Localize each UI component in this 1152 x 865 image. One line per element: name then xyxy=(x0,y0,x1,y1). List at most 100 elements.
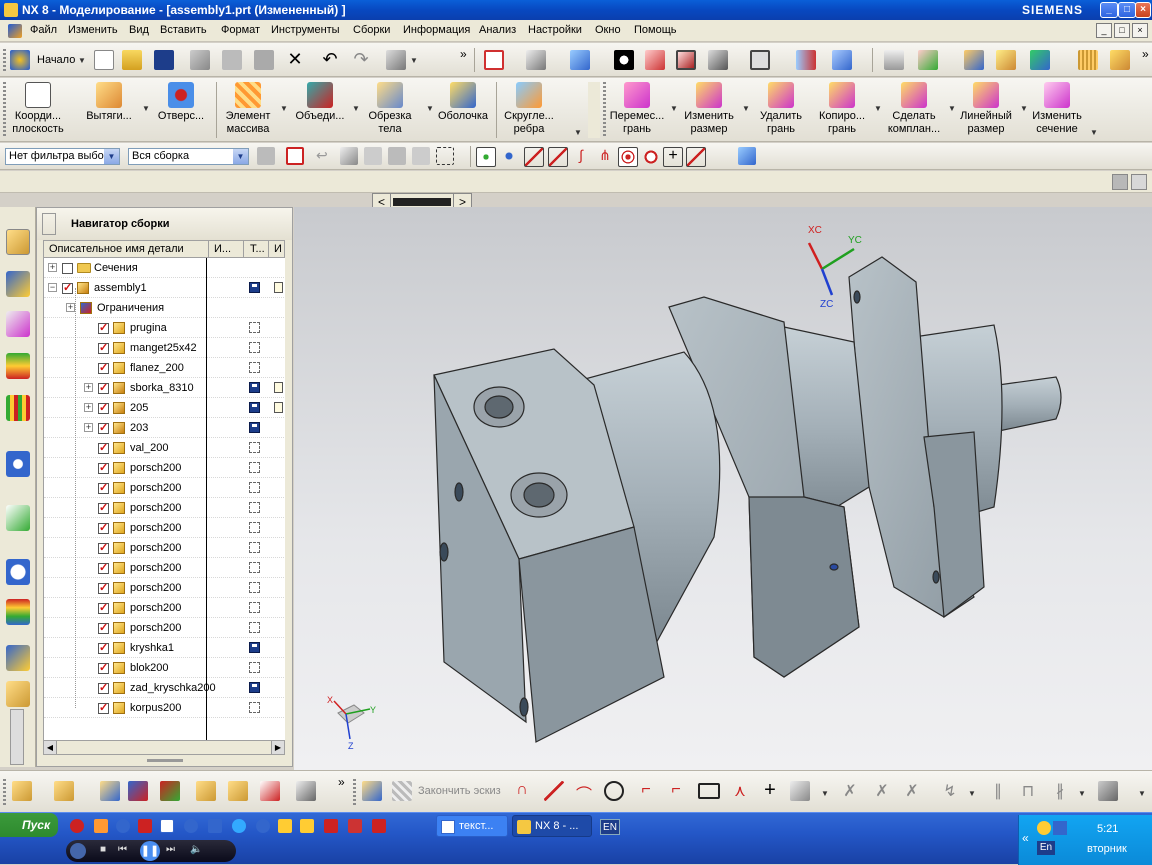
tree-row[interactable]: porsch200 xyxy=(44,618,285,638)
tree-row[interactable]: porsch200 xyxy=(44,598,285,618)
menu-help[interactable]: Помощь xyxy=(634,24,677,36)
tree-row[interactable]: porsch200 xyxy=(44,458,285,478)
exploded-view-icon[interactable] xyxy=(196,781,216,801)
move-component-icon[interactable] xyxy=(128,781,148,801)
minimize-button[interactable]: _ xyxy=(1100,2,1118,18)
selection-settings-icon[interactable] xyxy=(257,147,275,165)
line-icon[interactable] xyxy=(544,781,564,801)
column-header-name[interactable]: Описательное имя детали xyxy=(49,243,184,255)
taskbar-item-nx8[interactable]: NX 8 - ... xyxy=(512,815,592,837)
snap-view-icon[interactable] xyxy=(796,50,816,70)
visibility-checkbox[interactable] xyxy=(98,701,109,714)
roles-icon[interactable] xyxy=(1112,174,1128,190)
unite-button[interactable]: Объеди... xyxy=(290,78,350,140)
dimension-icon[interactable]: ↯ xyxy=(940,781,960,801)
linear-dimension-button[interactable]: Линейный размер xyxy=(956,78,1016,140)
menu-insert[interactable]: Вставить xyxy=(160,24,207,36)
select-body-icon[interactable] xyxy=(340,147,358,165)
reuse-library-tab-icon[interactable] xyxy=(6,353,30,379)
assembly-navigator-tab-icon[interactable] xyxy=(6,229,30,255)
section-view-icon[interactable] xyxy=(708,50,728,70)
tray-status-icon[interactable] xyxy=(1037,821,1051,835)
nx-app-icon[interactable] xyxy=(4,3,18,17)
navigator-hscroll[interactable]: ◀ ▶ xyxy=(43,740,285,755)
new-component-icon[interactable] xyxy=(54,781,74,801)
info-tab-icon[interactable] xyxy=(6,451,30,477)
snap-arc-icon[interactable]: ∫ xyxy=(572,147,590,165)
media-menu-icon[interactable] xyxy=(70,843,86,859)
toolbar-more-chevron[interactable]: » xyxy=(460,47,467,61)
make-coplanar-button[interactable]: Сделать комплан... xyxy=(882,78,946,140)
menu-file[interactable]: Файл xyxy=(30,24,57,36)
visibility-checkbox[interactable] xyxy=(98,461,109,474)
finish-sketch-label[interactable]: Закончить эскиз xyxy=(418,785,501,797)
tree-row[interactable]: porsch200 xyxy=(44,518,285,538)
tree-row[interactable]: − assembly1 xyxy=(44,278,285,298)
visibility-checkbox[interactable] xyxy=(98,601,109,614)
visibility-checkbox[interactable] xyxy=(98,481,109,494)
web-browser-tab-icon[interactable] xyxy=(6,505,30,531)
undo-icon[interactable]: ↶ xyxy=(320,50,340,70)
start-button[interactable]: Пуск xyxy=(0,813,58,837)
quicklaunch-folder-icon[interactable] xyxy=(300,819,314,833)
mdi-restore-button[interactable]: □ xyxy=(1114,23,1130,38)
tree-row[interactable]: zad_kryschka200 xyxy=(44,678,285,698)
snap-midpoint-icon[interactable] xyxy=(500,147,518,165)
column-header-info[interactable]: И... xyxy=(214,243,231,255)
work-layer-icon[interactable] xyxy=(832,50,852,70)
pattern-feature-button[interactable]: Элемент массива xyxy=(220,78,276,140)
tree-row[interactable]: val_200 xyxy=(44,438,285,458)
quicklaunch-app-icon[interactable] xyxy=(94,819,108,833)
quicklaunch-k-icon[interactable] xyxy=(256,819,270,833)
shaded-icon[interactable] xyxy=(614,50,634,70)
wcs-icon[interactable] xyxy=(918,50,938,70)
menu-preferences[interactable]: Настройки xyxy=(528,24,582,36)
quick-extend-icon[interactable]: ✗ xyxy=(872,781,892,801)
type-filter-dropdown[interactable]: Нет фильтра выбо ▼ xyxy=(5,148,120,165)
menu-analysis[interactable]: Анализ xyxy=(479,24,516,36)
component-array-icon[interactable] xyxy=(100,781,120,801)
stop-icon[interactable]: ■ xyxy=(100,844,106,855)
render-style-icon[interactable] xyxy=(570,50,590,70)
visibility-checkbox[interactable] xyxy=(98,681,109,694)
resize-face-button[interactable]: Изменить размер xyxy=(680,78,738,140)
repeat-command-icon[interactable] xyxy=(386,50,406,70)
finish-sketch-icon[interactable] xyxy=(392,781,412,801)
start-menu-button[interactable]: Начало xyxy=(37,54,75,66)
make-corner-icon[interactable]: ✗ xyxy=(902,781,922,801)
reference-set-icon[interactable] xyxy=(296,781,316,801)
chevron-right-icon[interactable]: ▶ xyxy=(271,741,284,754)
visibility-checkbox[interactable] xyxy=(98,441,109,454)
menu-window[interactable]: Окно xyxy=(595,24,621,36)
visibility-checkbox[interactable] xyxy=(98,381,109,394)
visibility-checkbox[interactable] xyxy=(98,661,109,674)
tree-row[interactable]: porsch200 xyxy=(44,478,285,498)
analysis-icon[interactable] xyxy=(1030,50,1050,70)
copy-face-button[interactable]: Копиро... грань xyxy=(812,78,872,140)
undo-select-icon[interactable]: ↩ xyxy=(316,147,332,165)
expand-toggle-icon[interactable]: + xyxy=(48,263,57,272)
tray-chevron[interactable]: « xyxy=(1022,831,1029,845)
menu-format[interactable]: Формат xyxy=(221,24,260,36)
roles-tab-icon[interactable] xyxy=(6,681,30,707)
next-icon[interactable]: ⏭ xyxy=(166,844,175,855)
menu-tools[interactable]: Инструменты xyxy=(271,24,340,36)
maximize-button[interactable]: □ xyxy=(1118,2,1136,18)
quicklaunch-gift-icon[interactable] xyxy=(372,819,386,833)
polygon-icon[interactable]: ⋏ xyxy=(730,781,750,801)
quicklaunch-opera-icon[interactable] xyxy=(70,819,84,833)
show-constraints-icon[interactable]: ∦ xyxy=(1050,781,1070,801)
toolbar-more-chevron-3[interactable]: » xyxy=(338,775,345,789)
mdi-minimize-button[interactable]: _ xyxy=(1096,23,1112,38)
quicklaunch-search-icon[interactable] xyxy=(116,819,130,833)
auto-constraint-icon[interactable]: ⊓ xyxy=(1018,781,1038,801)
snap-center-icon[interactable] xyxy=(618,147,638,167)
rectangle-select-icon[interactable] xyxy=(436,147,454,165)
tree-row[interactable]: manget25x42 xyxy=(44,338,285,358)
quicklaunch-media-icon[interactable] xyxy=(324,819,338,833)
snap-line-2-icon[interactable] xyxy=(548,147,568,167)
menu-information[interactable]: Информация xyxy=(403,24,470,36)
quicklaunch-word-icon[interactable] xyxy=(160,819,174,833)
measure-angle-icon[interactable] xyxy=(1110,50,1130,70)
expand-toggle-icon[interactable]: + xyxy=(84,423,93,432)
